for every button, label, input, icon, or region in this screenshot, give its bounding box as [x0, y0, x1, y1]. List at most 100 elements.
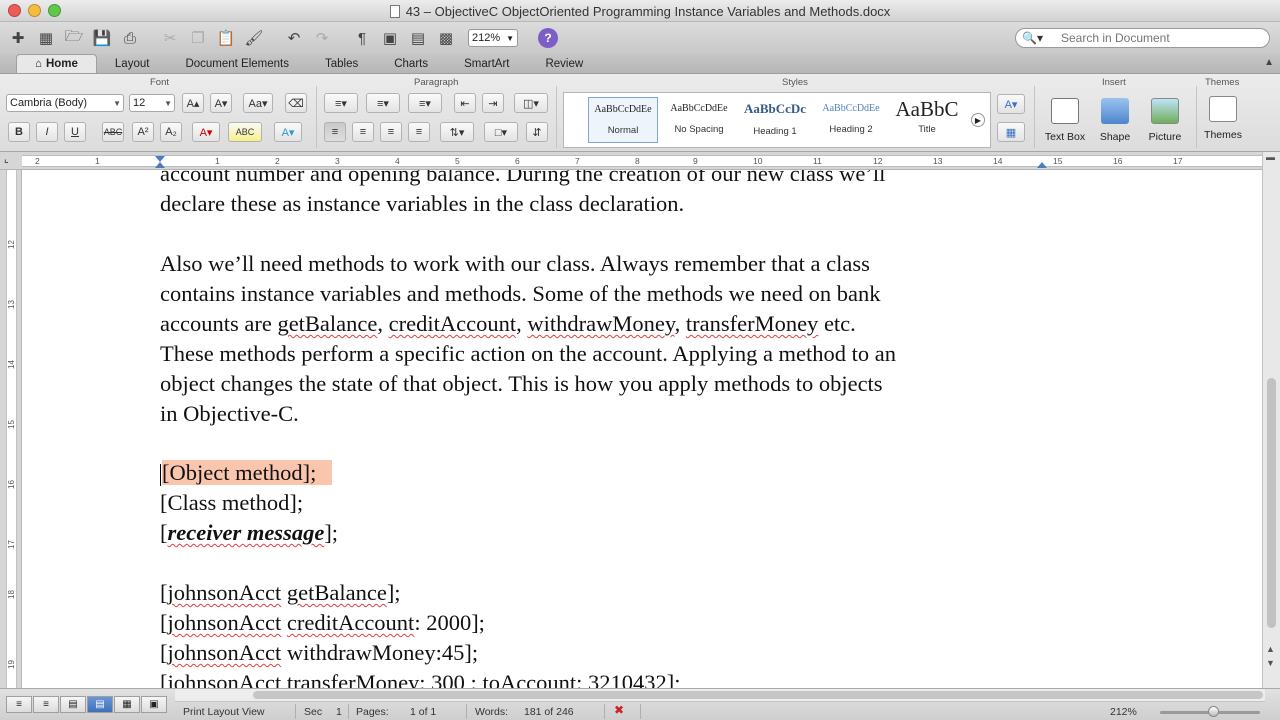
- print-layout-view-button[interactable]: ▤: [87, 696, 113, 713]
- pilcrow-icon[interactable]: ¶: [350, 26, 374, 50]
- templates-icon[interactable]: ▦: [34, 26, 58, 50]
- picture-button[interactable]: Picture: [1139, 98, 1191, 143]
- left-indent-marker[interactable]: [155, 162, 165, 168]
- ribbon-collapse-icon[interactable]: ▲: [1264, 57, 1274, 68]
- numbering-button[interactable]: ≡▾: [366, 93, 400, 113]
- decrease-indent-button[interactable]: ⇤: [454, 93, 476, 113]
- tab-smartart[interactable]: SmartArt: [446, 54, 527, 73]
- superscript-button[interactable]: A²: [132, 122, 154, 142]
- font-size-select[interactable]: 12 ▼: [129, 94, 175, 112]
- zoom-window-button[interactable]: [48, 4, 61, 17]
- paste-icon[interactable]: 📋: [214, 26, 238, 50]
- tab-tables[interactable]: Tables: [307, 54, 376, 73]
- themes-button[interactable]: Themes: [1196, 96, 1250, 141]
- vertical-scrollbar[interactable]: ▬ ▲ ▼: [1262, 152, 1280, 688]
- font-color-button[interactable]: A▾: [192, 122, 220, 142]
- grow-font-button[interactable]: A▴: [182, 93, 204, 113]
- subscript-button[interactable]: A₂: [160, 122, 182, 142]
- style-heading-2[interactable]: AaBbCcDdEe Heading 2: [816, 97, 886, 143]
- change-case-button[interactable]: Aa▾: [243, 93, 273, 113]
- view-mode-label: Print Layout View: [183, 706, 265, 718]
- italic-button[interactable]: I: [36, 122, 58, 142]
- bullets-button[interactable]: ≡▾: [324, 93, 358, 113]
- print-icon[interactable]: ⎙: [118, 26, 142, 50]
- close-window-button[interactable]: [8, 4, 21, 17]
- style-no-spacing[interactable]: AaBbCcDdEe No Spacing: [664, 97, 734, 143]
- format-painter-icon[interactable]: 🖌: [242, 26, 266, 50]
- highlight-button[interactable]: ABC: [228, 122, 262, 142]
- search-input[interactable]: [1060, 31, 1261, 45]
- align-left-button[interactable]: ≡: [324, 122, 346, 142]
- tab-layout[interactable]: Layout: [97, 54, 168, 73]
- tab-selector-icon[interactable]: ⌞: [4, 154, 9, 165]
- columns-button[interactable]: ◫▾: [514, 93, 548, 113]
- outline-view-button[interactable]: ≡: [33, 696, 59, 713]
- tab-charts[interactable]: Charts: [376, 54, 446, 73]
- tab-home[interactable]: ⌂ Home: [16, 54, 97, 73]
- text-box-button[interactable]: Text Box: [1039, 98, 1091, 143]
- split-handle-icon[interactable]: ▬: [1266, 152, 1275, 162]
- publishing-view-button[interactable]: ▤: [60, 696, 86, 713]
- bold-button[interactable]: B: [8, 122, 30, 142]
- document-icon: [389, 4, 400, 18]
- tab-review[interactable]: Review: [527, 54, 601, 73]
- vertical-scroll-thumb[interactable]: [1267, 378, 1276, 628]
- cut-icon[interactable]: ✂: [158, 26, 182, 50]
- copy-icon[interactable]: ❐: [186, 26, 210, 50]
- line-spacing-button[interactable]: ⇅▾: [440, 122, 474, 142]
- notebook-view-button[interactable]: ▦: [114, 696, 140, 713]
- justify-button[interactable]: ≡: [408, 122, 430, 142]
- picture-icon: [1151, 98, 1179, 124]
- horizontal-scrollbar[interactable]: [175, 689, 1265, 702]
- style-normal[interactable]: AaBbCcDdEe Normal: [588, 97, 658, 143]
- align-right-button[interactable]: ≡: [380, 122, 402, 142]
- method-name: withdrawMoney: [527, 311, 675, 336]
- search-icon[interactable]: 🔍▾: [1022, 31, 1043, 45]
- help-icon[interactable]: ?: [538, 28, 558, 48]
- style-title[interactable]: AaBbC Title: [892, 97, 962, 143]
- focus-view-button[interactable]: ▣: [141, 696, 167, 713]
- shrink-font-button[interactable]: A▾: [210, 93, 232, 113]
- font-name-select[interactable]: Cambria (Body) ▼: [6, 94, 124, 112]
- scroll-down-icon[interactable]: ▼: [1266, 658, 1275, 668]
- strikethrough-button[interactable]: ABC: [102, 122, 124, 142]
- selected-text: [Object method];: [162, 460, 333, 485]
- text-effects-button[interactable]: A▾: [274, 122, 302, 142]
- increase-indent-button[interactable]: ⇥: [482, 93, 504, 113]
- underline-button[interactable]: U: [64, 122, 86, 142]
- styles-pane-icon[interactable]: A▾: [997, 94, 1025, 114]
- right-indent-marker[interactable]: [1037, 162, 1047, 168]
- method-name: getBalance: [277, 311, 378, 336]
- clear-formatting-button[interactable]: ⌫: [285, 93, 307, 113]
- open-folder-icon[interactable]: 🗁: [62, 26, 86, 50]
- chevron-right-icon[interactable]: ▶: [971, 113, 985, 127]
- redo-icon[interactable]: ↷: [310, 26, 334, 50]
- multilevel-list-button[interactable]: ≡▾: [408, 93, 442, 113]
- spelling-status-icon[interactable]: ✖: [614, 703, 624, 717]
- ribbon-tab-bar: ⌂ Home Layout Document Elements Tables Ch…: [0, 54, 1280, 74]
- save-icon[interactable]: 💾: [90, 26, 114, 50]
- horizontal-ruler[interactable]: ⌞ 2 1 1 2 3 4 5 6 7 8 9 10 11 12 13 14 1…: [0, 152, 1280, 170]
- minimize-window-button[interactable]: [28, 4, 41, 17]
- align-center-button[interactable]: ≡: [352, 122, 374, 142]
- new-document-icon[interactable]: ✚: [6, 26, 30, 50]
- search-box[interactable]: 🔍▾: [1015, 28, 1270, 48]
- style-heading-1[interactable]: AaBbCcDc Heading 1: [740, 97, 810, 143]
- chevron-down-icon: ▼: [164, 98, 172, 108]
- group-label-font: Font: [150, 77, 170, 88]
- draft-view-button[interactable]: ≡: [6, 696, 32, 713]
- view-icon[interactable]: ▣: [378, 26, 402, 50]
- borders-button[interactable]: □▾: [484, 122, 518, 142]
- undo-icon[interactable]: ↶: [282, 26, 306, 50]
- zoom-select[interactable]: 212% ▼: [468, 29, 518, 47]
- manage-styles-icon[interactable]: ▦: [997, 122, 1025, 142]
- sort-button[interactable]: ⇵: [526, 122, 548, 142]
- tab-document-elements[interactable]: Document Elements: [167, 54, 307, 73]
- zoom-slider-knob[interactable]: [1208, 706, 1219, 717]
- scroll-up-icon[interactable]: ▲: [1266, 644, 1275, 654]
- shape-button[interactable]: Shape: [1089, 98, 1141, 143]
- sidebar-icon[interactable]: ▤: [406, 26, 430, 50]
- media-browser-icon[interactable]: ▩: [434, 26, 458, 50]
- document-page[interactable]: account number and opening balance. Duri…: [22, 170, 1262, 688]
- horizontal-scroll-thumb[interactable]: [253, 691, 1263, 699]
